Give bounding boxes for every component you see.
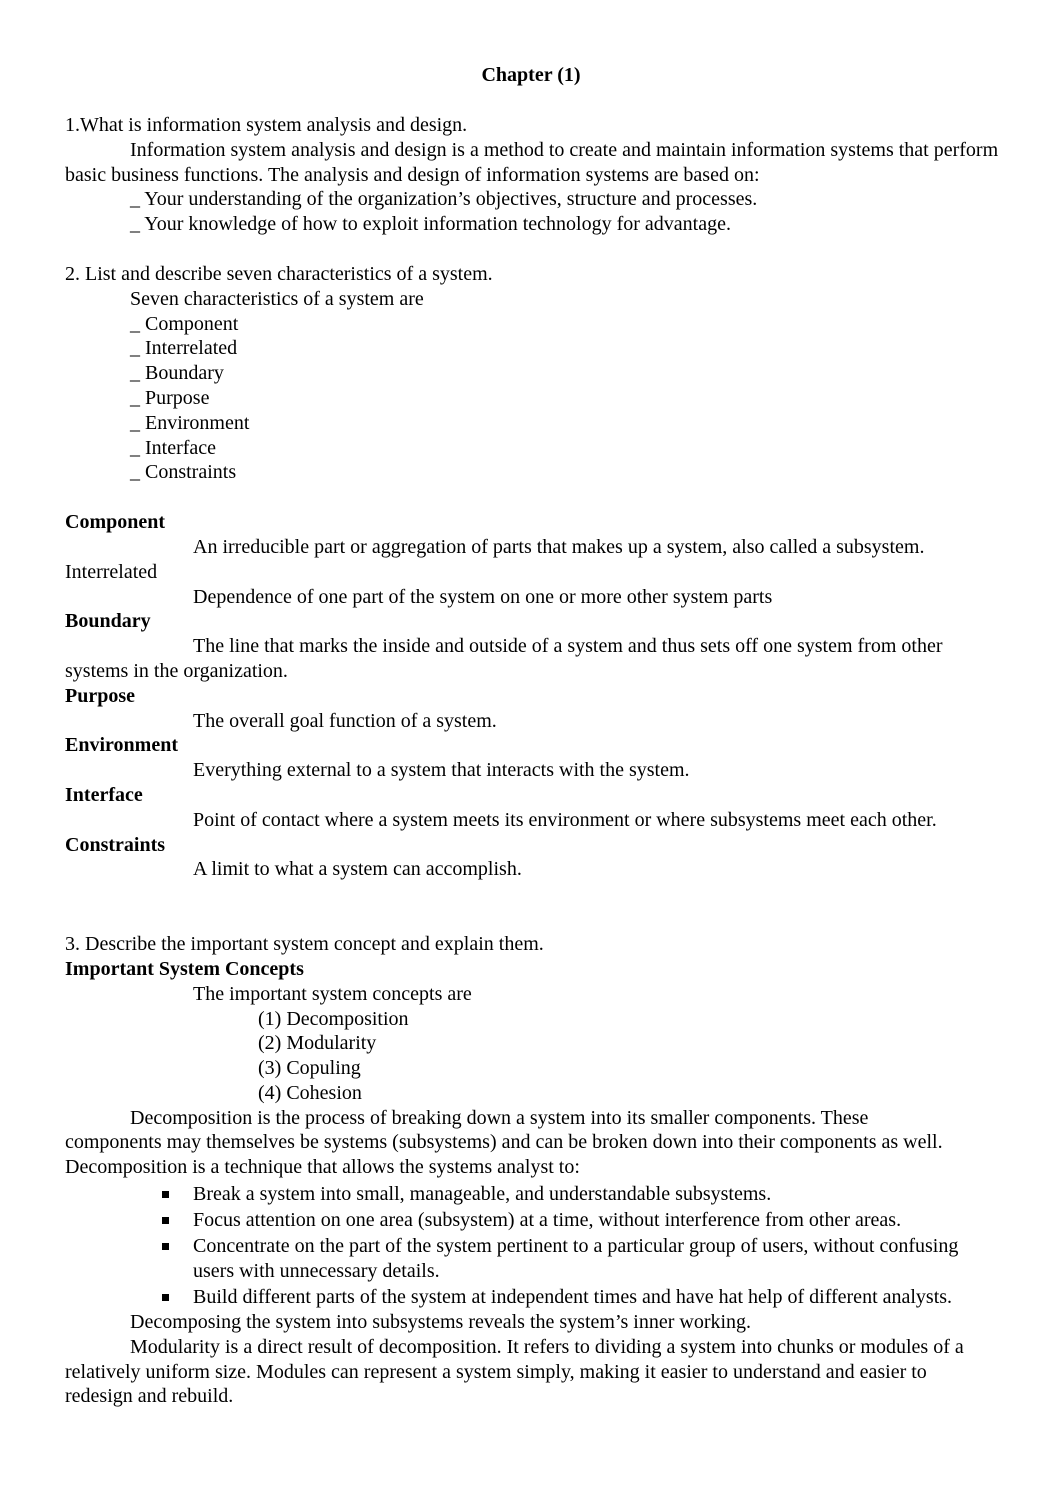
square-bullet-icon <box>162 1243 169 1251</box>
square-bullet-icon <box>162 1191 169 1199</box>
section-heading: Important System Concepts <box>65 957 304 980</box>
concept-item: (1) Decomposition <box>258 1007 409 1030</box>
concept-item: (4) Cohesion <box>258 1081 362 1104</box>
definition-text: The line that marks the inside and outsi… <box>65 635 943 682</box>
definition-term: Boundary <box>65 610 151 633</box>
document-page: 1.What is information system analysis an… <box>0 0 1000 1409</box>
square-bullet-icon <box>162 1294 169 1302</box>
characteristic-item: _ Constraints <box>130 461 237 484</box>
definition-term: Interface <box>65 783 143 806</box>
definition-term: Component <box>65 511 166 534</box>
bullet-item: Focus attention on one area (subsystem) … <box>162 1208 1000 1233</box>
characteristic-item: _ Interrelated <box>130 337 238 360</box>
bullet-text: Focus attention on one area (subsystem) … <box>193 1209 902 1232</box>
decomposing-note: Decomposing the system into subsystems r… <box>130 1311 752 1334</box>
characteristic-item: _ Boundary <box>130 362 224 385</box>
concept-item: (3) Copuling <box>258 1057 361 1080</box>
bullet-text: Concentrate on the part of the system pe… <box>193 1235 959 1283</box>
definition-text: A limit to what a system can accomplish. <box>193 858 522 881</box>
concepts-intro: The important system concepts are <box>193 982 472 1005</box>
question-2-intro: Seven characteristics of a system are <box>130 287 424 310</box>
question-2-section: 2. List and describe seven characteristi… <box>65 262 1000 882</box>
question-1-answer: Information system analysis and design i… <box>65 138 999 186</box>
square-bullet-icon <box>162 1217 169 1225</box>
definition-term: Environment <box>65 734 178 757</box>
characteristic-item: _ Purpose <box>130 386 210 409</box>
definition-text: Dependence of one part of the system on … <box>193 585 773 608</box>
bullet-text: Break a system into small, manageable, a… <box>193 1183 772 1206</box>
definition-term: Constraints <box>65 833 166 856</box>
question-3-section: 3. Describe the important system concept… <box>65 932 1000 1409</box>
modularity-paragraph: Modularity is a direct result of decompo… <box>65 1335 964 1408</box>
question-1-point: _ Your understanding of the organization… <box>130 188 758 211</box>
definition-text: Everything external to a system that int… <box>193 759 690 782</box>
definition-text: An irreducible part or aggregation of pa… <box>193 535 925 558</box>
bullet-item: Build different parts of the system at i… <box>162 1285 1000 1310</box>
bullet-item: Concentrate on the part of the system pe… <box>162 1234 1000 1284</box>
definition-text: Point of contact where a system meets it… <box>193 808 937 831</box>
decomposition-bullets: Break a system into small, manageable, a… <box>65 1182 1000 1310</box>
question-3: 3. Describe the important system concept… <box>65 933 544 956</box>
characteristic-item: _ Component <box>130 312 239 335</box>
definition-text: The overall goal function of a system. <box>193 709 497 732</box>
characteristic-item: _ Interface <box>130 436 217 459</box>
bullet-text: Build different parts of the system at i… <box>193 1286 953 1309</box>
concept-item: (2) Modularity <box>258 1032 377 1055</box>
question-1-section: 1.What is information system analysis an… <box>65 113 1000 237</box>
definitions-list: Component An irreducible part or aggrega… <box>65 510 1000 882</box>
characteristic-item: _ Environment <box>130 411 250 434</box>
question-1-point: _ Your knowledge of how to exploit infor… <box>130 213 731 236</box>
decomposition-paragraph: Decomposition is the process of breaking… <box>65 1106 943 1179</box>
question-1: 1.What is information system analysis an… <box>65 114 468 136</box>
definition-term: Purpose <box>65 684 135 707</box>
bullet-item: Break a system into small, manageable, a… <box>162 1182 1000 1207</box>
definition-term: Interrelated <box>65 560 158 583</box>
question-2: 2. List and describe seven characteristi… <box>65 262 493 285</box>
